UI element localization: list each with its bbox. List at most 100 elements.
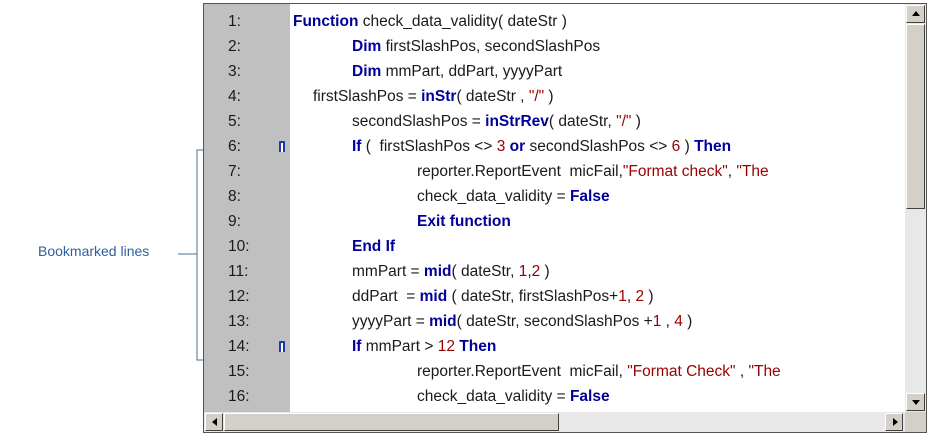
- code-keyword: Then: [459, 338, 497, 355]
- code-keyword: Dim: [352, 38, 382, 55]
- line-number: 3:: [228, 63, 241, 80]
- scroll-right-button[interactable]: [885, 413, 903, 431]
- code-keyword: Then: [694, 138, 732, 155]
- code-text: ): [544, 88, 554, 105]
- arrow-down-icon: [912, 400, 920, 405]
- code-text: reporter.ReportEvent micFail,: [417, 363, 628, 380]
- code-string: "The: [748, 363, 781, 380]
- arrow-right-icon: [893, 418, 898, 426]
- code-text: mmPart >: [361, 338, 438, 355]
- code-text: check_data_validity =: [417, 188, 570, 205]
- code-string: "/": [616, 113, 632, 130]
- code-text: ddPart =: [352, 288, 420, 305]
- line-number: 13:: [228, 313, 250, 330]
- code-text: check_data_validity( dateStr ): [358, 13, 567, 30]
- code-keyword: mid: [429, 313, 457, 330]
- code-keyword: False: [569, 388, 610, 405]
- code-text: ): [644, 288, 654, 305]
- code-line[interactable]: End If: [352, 234, 905, 259]
- code-text: ( dateStr, secondSlashPos +: [456, 313, 653, 330]
- code-number: 2: [635, 288, 645, 305]
- code-text: mmPart =: [352, 263, 424, 280]
- code-string: "/": [528, 88, 545, 105]
- line-number: 2:: [228, 38, 241, 55]
- line-number: 15:: [228, 363, 250, 380]
- line-number: 16:: [228, 388, 250, 405]
- code-text: ( firstSlashPos <>: [361, 138, 497, 155]
- line-number-gutter: 1: 2: 3: 4: 5: 6: 7: 8: 9: 10: 11: 12: 13: 14: 15: 16:: [204, 4, 290, 412]
- script-editor[interactable]: 1: 2: 3: 4: 5: 6: 7: 8: 9: 10: 11: 12: 13: 14: 15: 16: …: [203, 3, 927, 433]
- scroll-up-button[interactable]: [906, 5, 925, 23]
- code-keyword: inStr: [421, 88, 457, 105]
- code-text: ): [540, 263, 550, 280]
- code-line[interactable]: reporter.ReportEvent micFail, "Format Ch…: [417, 359, 905, 384]
- code-text: secondSlashPos =: [352, 113, 486, 130]
- code-line[interactable]: ddPart = mid ( dateStr, firstSlashPos+1,…: [352, 284, 905, 309]
- line-number: 11:: [228, 263, 249, 280]
- code-string: "Format Check": [627, 363, 736, 380]
- bookmark-icon[interactable]: [279, 141, 285, 152]
- code-line[interactable]: yyyyPart = mid( dateStr, secondSlashPos …: [352, 309, 905, 334]
- line-number: 12:: [228, 288, 250, 305]
- code-line[interactable]: reporter.ReportEvent micFail,"Format che…: [417, 159, 905, 184]
- code-text: ): [682, 313, 693, 330]
- horizontal-scroll-thumb[interactable]: [224, 413, 559, 431]
- vertical-scroll-thumb[interactable]: [906, 24, 925, 209]
- code-line[interactable]: Function check_data_validity( dateStr ): [293, 9, 905, 34]
- arrow-up-icon: [912, 11, 920, 16]
- code-keyword: Function: [293, 13, 359, 30]
- code-text: ): [631, 113, 641, 130]
- code-number: 12: [437, 338, 455, 355]
- code-line[interactable]: check_data_validity = False: [417, 184, 905, 209]
- line-number: 4:: [228, 88, 241, 105]
- code-number: 4: [674, 313, 683, 330]
- code-number: 2: [531, 263, 541, 280]
- code-line[interactable]: firstSlashPos = inStr( dateStr , "/" ): [313, 84, 905, 109]
- code-line[interactable]: If ( firstSlashPos <> 3 or secondSlashPo…: [352, 134, 905, 159]
- code-keyword: Dim: [352, 63, 382, 80]
- code-line[interactable]: Dim firstSlashPos, secondSlashPos: [352, 34, 905, 59]
- bookmark-icon[interactable]: [279, 341, 285, 352]
- horizontal-scrollbar[interactable]: [204, 412, 905, 432]
- code-line[interactable]: mmPart = mid( dateStr, 1,2 ): [352, 259, 905, 284]
- code-string: "The: [736, 163, 769, 180]
- code-line[interactable]: If mmPart > 12 Then: [352, 334, 905, 359]
- line-number: 14:: [228, 338, 250, 355]
- code-text: mmPart, ddPart, yyyyPart: [381, 63, 563, 80]
- code-string: "Format check": [622, 163, 728, 180]
- vertical-scrollbar[interactable]: [905, 4, 926, 412]
- code-text: ): [680, 138, 695, 155]
- code-line[interactable]: secondSlashPos = inStrRev( dateStr, "/" …: [352, 109, 905, 134]
- scroll-left-button[interactable]: [205, 413, 223, 431]
- code-text: ( dateStr,: [548, 113, 617, 130]
- scrollbar-corner: [905, 412, 926, 432]
- scroll-down-button[interactable]: [906, 393, 925, 411]
- code-line[interactable]: check_data_validity = False: [417, 384, 905, 409]
- code-text: firstSlashPos, secondSlashPos: [381, 38, 601, 55]
- code-text: ( dateStr ,: [456, 88, 529, 105]
- code-keyword: End If: [352, 238, 396, 255]
- line-number: 10:: [228, 238, 250, 255]
- code-keyword: or: [509, 138, 526, 155]
- code-line[interactable]: Exit function: [417, 209, 905, 234]
- code-text: yyyyPart =: [352, 313, 430, 330]
- code-text: ,: [735, 363, 749, 380]
- code-keyword: inStrRev: [485, 113, 549, 130]
- code-text: secondSlashPos <>: [525, 138, 672, 155]
- code-keyword: False: [569, 188, 610, 205]
- code-text: firstSlashPos =: [313, 88, 422, 105]
- line-number: 6:: [228, 138, 241, 155]
- code-keyword: mid: [423, 263, 452, 280]
- code-number: 6: [671, 138, 681, 155]
- code-number: 1: [618, 288, 627, 305]
- code-keyword: mid: [419, 288, 448, 305]
- line-number: 7:: [228, 163, 241, 180]
- code-text: ,: [661, 313, 675, 330]
- code-line[interactable]: Dim mmPart, ddPart, yyyyPart: [352, 59, 905, 84]
- code-text: reporter.ReportEvent micFail,: [417, 163, 623, 180]
- code-area[interactable]: Function check_data_validity( dateStr ) D…: [290, 4, 905, 412]
- arrow-left-icon: [212, 418, 217, 426]
- code-text: ( dateStr, firstSlashPos+: [447, 288, 619, 305]
- line-number: 5:: [228, 113, 241, 130]
- code-text: check_data_validity =: [417, 388, 570, 405]
